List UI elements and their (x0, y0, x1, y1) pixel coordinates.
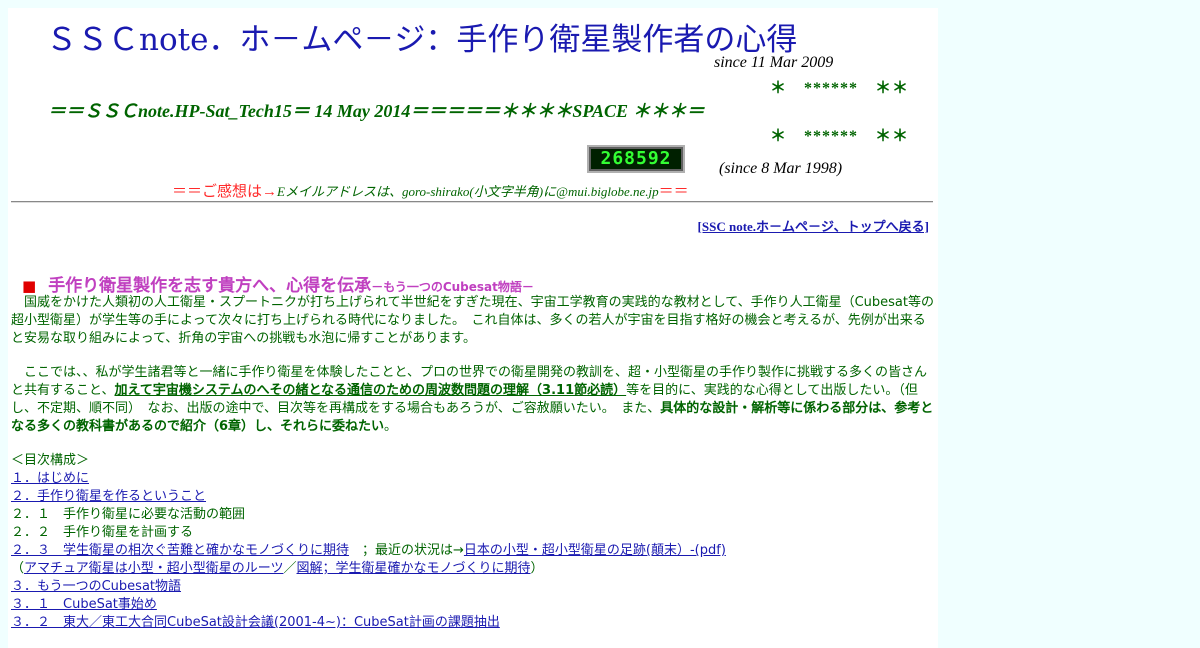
paren-close: ） (530, 561, 544, 576)
toc-link-3-1[interactable]: ３．１ CubeSat事始め (11, 597, 157, 612)
page-subtitle: ＝＝ＳＳＣnote.HP-Sat_Tech15＝ 14 May 2014＝＝＝＝… (48, 101, 705, 121)
pdf-history-link[interactable]: 日本の小型・超小型衛星の足跡(顛末）-(pdf) (464, 543, 726, 558)
intro-p2-emphasis: 加えて宇宙機システムのへその緒となる通信のための周波数問題の理解（3.11節必読… (114, 383, 627, 398)
star-decoration-bottom: ＊ ****** ＊＊ (770, 128, 910, 145)
feedback-prefix: ＝＝ご感想は→ (172, 184, 278, 200)
bullet-icon: ■ (22, 277, 37, 295)
visitor-counter: 268592 (587, 145, 685, 173)
intro-p2-end: 。 (384, 419, 398, 434)
feedback-email: Eメイルアドレスは、goro-shirako(小文字半角)に@mui.biglo… (277, 184, 659, 199)
visitor-counter-value: 268592 (591, 149, 681, 169)
section-heading-main: 手作り衛星製作を志す貴方へ、心得を伝承 (48, 276, 372, 296)
feedback-suffix: ＝＝ (658, 184, 689, 200)
since-date: since 11 Mar 2009 (714, 54, 834, 71)
toc-item-2-3-note: ；最近の状況は→ (349, 543, 464, 558)
intro-paragraph-2: ここでは、、私が学生諸君等と一緒に手作り衛星を体験したことと、プロの世界での衛星… (11, 364, 935, 436)
toc-item-3-2: ３．２ 東大／東工大合同CubeSat設計会議(2001-4~)：CubeSat… (11, 614, 935, 632)
counter-since-date: (since 8 Mar 1998) (719, 160, 843, 177)
amateur-satellite-link[interactable]: アマチュア衛星は小型・超小型衛星のルーツ (24, 561, 283, 576)
section-heading: ■ 手作り衛星製作を志す貴方へ、心得を伝承－もう一つのCubesat物語－ (22, 271, 534, 296)
toc-item-2-1: ２．１ 手作り衛星に必要な活動の範囲 (11, 507, 246, 522)
toc-item-1: １．はじめに (11, 470, 935, 488)
page-content: ＳＳＣnote．ホ－ムペ－ジ：手作り衛星製作者の心得 since 11 Mar … (8, 8, 938, 648)
toc-item-2-2: ２．２ 手作り衛星を計画する (11, 525, 194, 540)
table-of-contents: ＜目次構成＞ １．はじめに ２．手作り衛星を作るということ ２．１ 手作り衛星に… (11, 452, 935, 632)
star-decoration-top: ＊ ****** ＊＊ (770, 80, 910, 97)
toc-related-links: （アマチュア衛星は小型・超小型衛星のルーツ／図解；学生衛星確かなモノづくりに期待… (11, 560, 935, 578)
section-heading-sub: －もう一つのCubesat物語－ (371, 280, 534, 294)
page-title: ＳＳＣnote．ホ－ムペ－ジ：手作り衛星製作者の心得 (46, 22, 798, 58)
figure-link[interactable]: 図解；学生衛星確かなモノづくりに期待 (297, 561, 531, 576)
slash-separator: ／ (283, 561, 297, 576)
back-to-top-link[interactable]: [SSC note.ホ－ムペ－ジ、トップへ戻る] (698, 219, 929, 234)
toc-link-2[interactable]: ２．手作り衛星を作るということ (11, 489, 206, 504)
toc-link-3[interactable]: ３．もう一つのCubesat物語 (11, 579, 181, 594)
toc-item-2: ２．手作り衛星を作るということ (11, 488, 935, 506)
intro-paragraph-1: 国威をかけた人類初の人工衛星・スプートニクが打ち上げられて半世紀をすぎた現在、宇… (11, 295, 934, 346)
feedback-contact: ＝＝ご感想は→Eメイルアドレスは、goro-shirako(小文字半角)に@mu… (172, 180, 689, 201)
toc-label: ＜目次構成＞ (11, 453, 90, 468)
toc-item-2-3: ２．３ 学生衛星の相次ぐ苦難と確かなモノづくりに期待 ；最近の状況は→日本の小型… (11, 542, 935, 560)
divider (11, 201, 933, 203)
toc-link-2-3[interactable]: ２．３ 学生衛星の相次ぐ苦難と確かなモノづくりに期待 (11, 543, 349, 558)
toc-link-1[interactable]: １．はじめに (11, 471, 89, 486)
paren-open: （ (11, 561, 25, 576)
top-link-container: [SSC note.ホ－ムペ－ジ、トップへ戻る] (11, 218, 929, 236)
toc-link-3-2[interactable]: ３．２ 東大／東工大合同CubeSat設計会議(2001-4~)：CubeSat… (11, 615, 500, 630)
toc-item-3: ３．もう一つのCubesat物語 (11, 578, 935, 596)
toc-item-3-1: ３．１ CubeSat事始め (11, 596, 935, 614)
